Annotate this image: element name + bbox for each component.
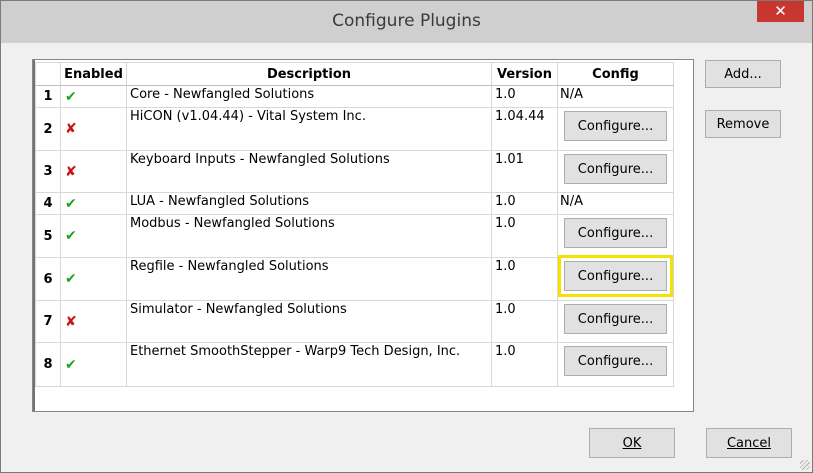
version-cell: 1.0 (491, 300, 558, 343)
row-number[interactable]: 2 (35, 107, 61, 151)
config-cell: Configure... (557, 150, 674, 193)
enabled-cell[interactable]: ✔ (60, 214, 127, 258)
row-number[interactable]: 3 (35, 150, 61, 193)
description-cell: Ethernet SmoothStepper - Warp9 Tech Desi… (126, 342, 492, 387)
plugins-table: Enabled Description Version Config 1 ✔ Cor… (35, 62, 674, 387)
table-row[interactable]: 1 ✔ Core - Newfangled Solutions 1.0 N/A (35, 85, 674, 108)
dialog-body: Enabled Description Version Config 1 ✔ Cor… (9, 43, 804, 464)
enabled-cell[interactable]: ✔ (60, 192, 127, 215)
enabled-cell[interactable]: ✔ (60, 85, 127, 108)
enabled-cell[interactable]: ✘ (60, 150, 127, 193)
config-cell: Configure... (557, 255, 674, 301)
table-row[interactable]: 5 ✔ Modbus - Newfangled Solutions 1.0 Config… (35, 214, 674, 258)
plugins-grid[interactable]: Enabled Description Version Config 1 ✔ Cor… (32, 59, 694, 412)
configure-button[interactable]: Configure... (564, 111, 667, 141)
row-number[interactable]: 4 (35, 192, 61, 215)
row-number[interactable]: 6 (35, 257, 61, 301)
enabled-check-icon[interactable]: ✔ (65, 228, 77, 244)
description-cell: Modbus - Newfangled Solutions (126, 214, 492, 258)
resize-grip-icon[interactable] (800, 460, 810, 470)
enabled-cell[interactable]: ✔ (60, 342, 127, 387)
column-header-enabled[interactable]: Enabled (60, 62, 127, 86)
version-cell: 1.0 (491, 85, 558, 108)
configure-button[interactable]: Configure... (564, 154, 667, 184)
table-row[interactable]: 6 ✔ Regfile - Newfangled Solutions 1.0 Confi… (35, 255, 674, 301)
config-cell: N/A (557, 85, 674, 108)
close-icon: ✕ (774, 2, 787, 20)
configure-button[interactable]: Configure... (558, 255, 673, 297)
table-row[interactable]: 8 ✔ Ethernet SmoothStepper - Warp9 Tech De… (35, 342, 674, 387)
config-cell: Configure... (557, 214, 674, 258)
version-cell: 1.01 (491, 150, 558, 193)
enabled-cell[interactable]: ✔ (60, 257, 127, 301)
configure-button[interactable]: Configure... (564, 304, 667, 334)
add-button[interactable]: Add... (705, 60, 781, 88)
row-number[interactable]: 1 (35, 85, 61, 108)
configure-plugins-dialog: Configure Plugins ✕ Enabled Description … (0, 0, 813, 473)
enabled-check-icon[interactable]: ✔ (65, 196, 77, 212)
window-title: Configure Plugins (332, 11, 481, 31)
column-header-description[interactable]: Description (126, 62, 492, 86)
ok-label: OK (622, 436, 642, 451)
row-number[interactable]: 5 (35, 214, 61, 258)
table-row[interactable]: 4 ✔ LUA - Newfangled Solutions 1.0 N/A (35, 192, 674, 215)
config-cell: Configure... (557, 107, 674, 151)
version-cell: 1.0 (491, 257, 558, 301)
version-cell: 1.0 (491, 342, 558, 387)
column-header-rownum[interactable] (35, 62, 61, 86)
disabled-cross-icon[interactable]: ✘ (65, 314, 77, 330)
configure-button[interactable]: Configure... (564, 346, 667, 376)
config-cell: Configure... (557, 342, 674, 387)
version-cell: 1.0 (491, 214, 558, 258)
description-cell: Regfile - Newfangled Solutions (126, 257, 492, 301)
configure-button[interactable]: Configure... (564, 218, 667, 248)
cancel-button[interactable]: Cancel (706, 428, 792, 458)
cancel-label: Cancel (726, 436, 772, 451)
table-row[interactable]: 2 ✘ HiCON (v1.04.44) - Vital System Inc. 1.… (35, 107, 674, 151)
ok-button[interactable]: OK (589, 428, 675, 458)
title-bar[interactable]: Configure Plugins ✕ (1, 1, 812, 43)
enabled-cell[interactable]: ✘ (60, 107, 127, 151)
version-cell: 1.04.44 (491, 107, 558, 151)
description-cell: LUA - Newfangled Solutions (126, 192, 492, 215)
enabled-check-icon[interactable]: ✔ (65, 357, 77, 373)
remove-button[interactable]: Remove (705, 110, 781, 138)
config-cell: Configure... (557, 300, 674, 343)
disabled-cross-icon[interactable]: ✘ (65, 121, 77, 137)
version-cell: 1.0 (491, 192, 558, 215)
disabled-cross-icon[interactable]: ✘ (65, 164, 77, 180)
enabled-cell[interactable]: ✘ (60, 300, 127, 343)
table-row[interactable]: 7 ✘ Simulator - Newfangled Solutions 1.0 Con… (35, 300, 674, 343)
header-row: Enabled Description Version Config (35, 62, 674, 86)
description-cell: Simulator - Newfangled Solutions (126, 300, 492, 343)
table-row[interactable]: 3 ✘ Keyboard Inputs - Newfangled Solutions… (35, 150, 674, 193)
enabled-check-icon[interactable]: ✔ (65, 89, 77, 105)
description-cell: Keyboard Inputs - Newfangled Solutions (126, 150, 492, 193)
close-button[interactable]: ✕ (757, 1, 804, 22)
column-header-version[interactable]: Version (491, 62, 558, 86)
description-cell: HiCON (v1.04.44) - Vital System Inc. (126, 107, 492, 151)
description-cell: Core - Newfangled Solutions (126, 85, 492, 108)
row-number[interactable]: 8 (35, 342, 61, 387)
column-header-config[interactable]: Config (557, 62, 674, 86)
row-number[interactable]: 7 (35, 300, 61, 343)
enabled-check-icon[interactable]: ✔ (65, 271, 77, 287)
config-cell: N/A (557, 192, 674, 215)
